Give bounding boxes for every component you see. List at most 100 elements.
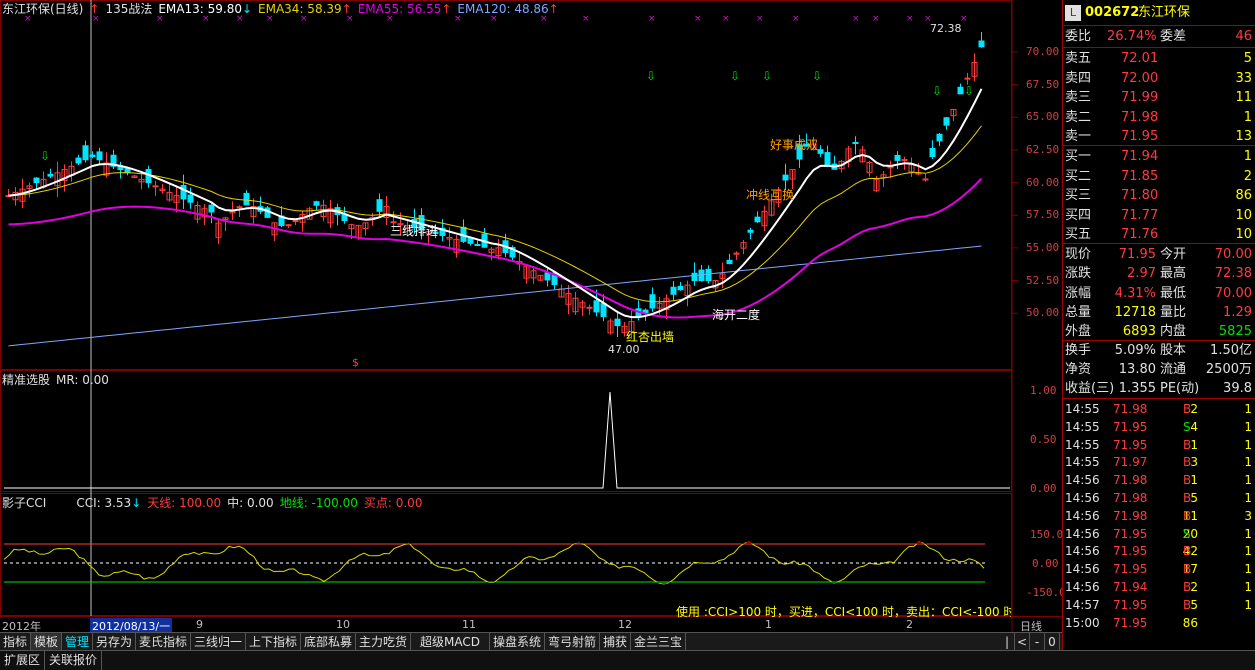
tab-control-2[interactable]: - [1030, 633, 1045, 651]
marker-x: × [852, 14, 860, 24]
trade-count: 1 [1244, 471, 1252, 489]
ask-label: 卖五 [1065, 48, 1091, 69]
tab-13[interactable]: 金兰三宝 [631, 633, 686, 651]
x-month-11: 11 [462, 618, 476, 631]
candle-body [587, 307, 592, 308]
trade-price: 71.95 [1113, 596, 1147, 614]
ask-price: 71.95 [1121, 126, 1158, 147]
candle-body [153, 186, 158, 187]
weicha-value: 46 [1235, 26, 1252, 47]
green-arrow-icon: ⇩ [932, 84, 942, 98]
trade-price: 71.97 [1113, 453, 1147, 471]
tab-control-0[interactable]: | [1000, 633, 1015, 651]
candle-body [818, 150, 823, 154]
candle-body [97, 152, 102, 160]
ask-price: 71.98 [1121, 107, 1158, 128]
bid-label: 买四 [1065, 205, 1091, 226]
quote-row: 买一71.941 [1063, 146, 1255, 167]
panel2-mr: MR: 0.00 [56, 373, 109, 387]
tab-3[interactable]: 另存为 [93, 633, 136, 651]
quote-row: 涨幅4.31%最低70.00 [1063, 283, 1255, 304]
candle-body [601, 304, 606, 317]
trade-count: 1 [1244, 418, 1252, 436]
candle-body [181, 185, 186, 198]
cci-below-fill [667, 582, 672, 583]
kline-chart[interactable]: ×××××××××××××××××××××××⇩⇩⇩⇩⇩⇩⇩$ [0, 0, 1062, 632]
tab-11[interactable]: 弯弓射箭 [545, 633, 600, 651]
fund-value: 13.80 [1119, 359, 1156, 380]
indicator-tabbar: 指标模板管理另存为麦氏指标三线归一上下指标底部私募主力吃货超级MACD操盘系统弯… [0, 632, 1062, 651]
cci-above-fill [742, 543, 747, 544]
trade-volume: 2 [1190, 578, 1198, 596]
candle-body [293, 221, 298, 222]
candle-body [468, 238, 473, 243]
bid-volume: 2 [1244, 166, 1252, 187]
up-arrow-icon: ↑ [549, 2, 559, 16]
fund-label: 收益(三) [1065, 378, 1114, 399]
max-price-label: 72.38 [930, 22, 962, 35]
price-tick-label: 60.00 [1026, 176, 1059, 189]
candle-body [678, 287, 683, 290]
trade-count: 1 [1244, 560, 1252, 578]
chart-area[interactable]: ×××××××××××××××××××××××⇩⇩⇩⇩⇩⇩⇩$ 东江环保(日线)… [0, 0, 1062, 632]
tab-4[interactable]: 麦氏指标 [136, 633, 191, 651]
price-tick-label: 50.00 [1026, 306, 1059, 319]
stat-label: 今开 [1160, 244, 1186, 265]
tab-5[interactable]: 三线归一 [191, 633, 246, 651]
tab-8[interactable]: 主力吃货 [356, 633, 411, 651]
weibi-label: 委比 [1065, 26, 1091, 47]
trade-direction: B [1183, 507, 1191, 525]
bid-price: 71.77 [1121, 205, 1158, 226]
candle-body [314, 202, 319, 206]
trade-count: 1 [1244, 596, 1252, 614]
ema34-line [9, 126, 982, 302]
bottom-tab-1[interactable]: 关联报价 [45, 651, 102, 670]
ask-label: 卖三 [1065, 87, 1091, 108]
trade-time: 14:56 [1065, 471, 1100, 489]
green-arrow-icon: ⇩ [812, 69, 822, 83]
cci-above-fill [577, 543, 582, 544]
trade-time: 14:56 [1065, 542, 1100, 560]
tab-2[interactable]: 管理 [62, 633, 93, 651]
stat-value: 71.95 [1119, 244, 1156, 265]
tab-6[interactable]: 上下指标 [246, 633, 301, 651]
tab-10[interactable]: 操盘系统 [490, 633, 545, 651]
weibi-value: 26.74% [1107, 26, 1157, 47]
stat-value: 70.00 [1215, 244, 1252, 265]
tab-12[interactable]: 捕获 [600, 633, 631, 651]
candle-body [923, 179, 928, 180]
panel2-border [1, 371, 1012, 492]
tab-9[interactable]: 超级MACD [411, 633, 490, 651]
green-arrow-icon: ⇩ [762, 69, 772, 83]
bottom-tab-0[interactable]: 扩展区 [0, 651, 45, 670]
quote-row: 买三71.8086 [1063, 185, 1255, 206]
strategy-label: 135战法 [105, 2, 152, 16]
candle-body [727, 260, 732, 263]
ask-price: 72.00 [1121, 68, 1158, 89]
tab-0[interactable]: 指标 [0, 633, 31, 651]
stock-header: L 002672 东江环保 [1063, 2, 1255, 24]
trade-direction: B [1183, 471, 1191, 489]
tab-7[interactable]: 底部私募 [301, 633, 356, 651]
tab-control-3[interactable]: 0 [1045, 633, 1060, 651]
panel3-axis-neg150: -150.0 [1026, 586, 1066, 599]
mid-line: 中: 0.00 [227, 496, 274, 510]
cci-below-fill [832, 582, 837, 583]
ask-label: 卖一 [1065, 126, 1091, 147]
panel2-axis-1: 1.00 [1030, 384, 1057, 397]
fund-value: 2500万 [1206, 359, 1252, 380]
candle-body [853, 143, 858, 144]
trade-time: 14:57 [1065, 596, 1100, 614]
trade-price: 71.95 [1113, 614, 1147, 632]
trade-volume: 2 [1190, 400, 1198, 418]
tab-1[interactable]: 模板 [31, 633, 62, 651]
green-arrow-icon: ⇩ [964, 84, 974, 98]
trade-time: 14:56 [1065, 560, 1100, 578]
trade-count: 1 [1244, 453, 1252, 471]
trade-volume: 1 [1190, 471, 1198, 489]
trade-time: 14:55 [1065, 400, 1100, 418]
x-month-9: 9 [196, 618, 203, 631]
tab-control-1[interactable]: < [1015, 633, 1030, 651]
trade-count: 3 [1244, 507, 1252, 525]
panel2-axis-05: 0.50 [1030, 433, 1057, 446]
